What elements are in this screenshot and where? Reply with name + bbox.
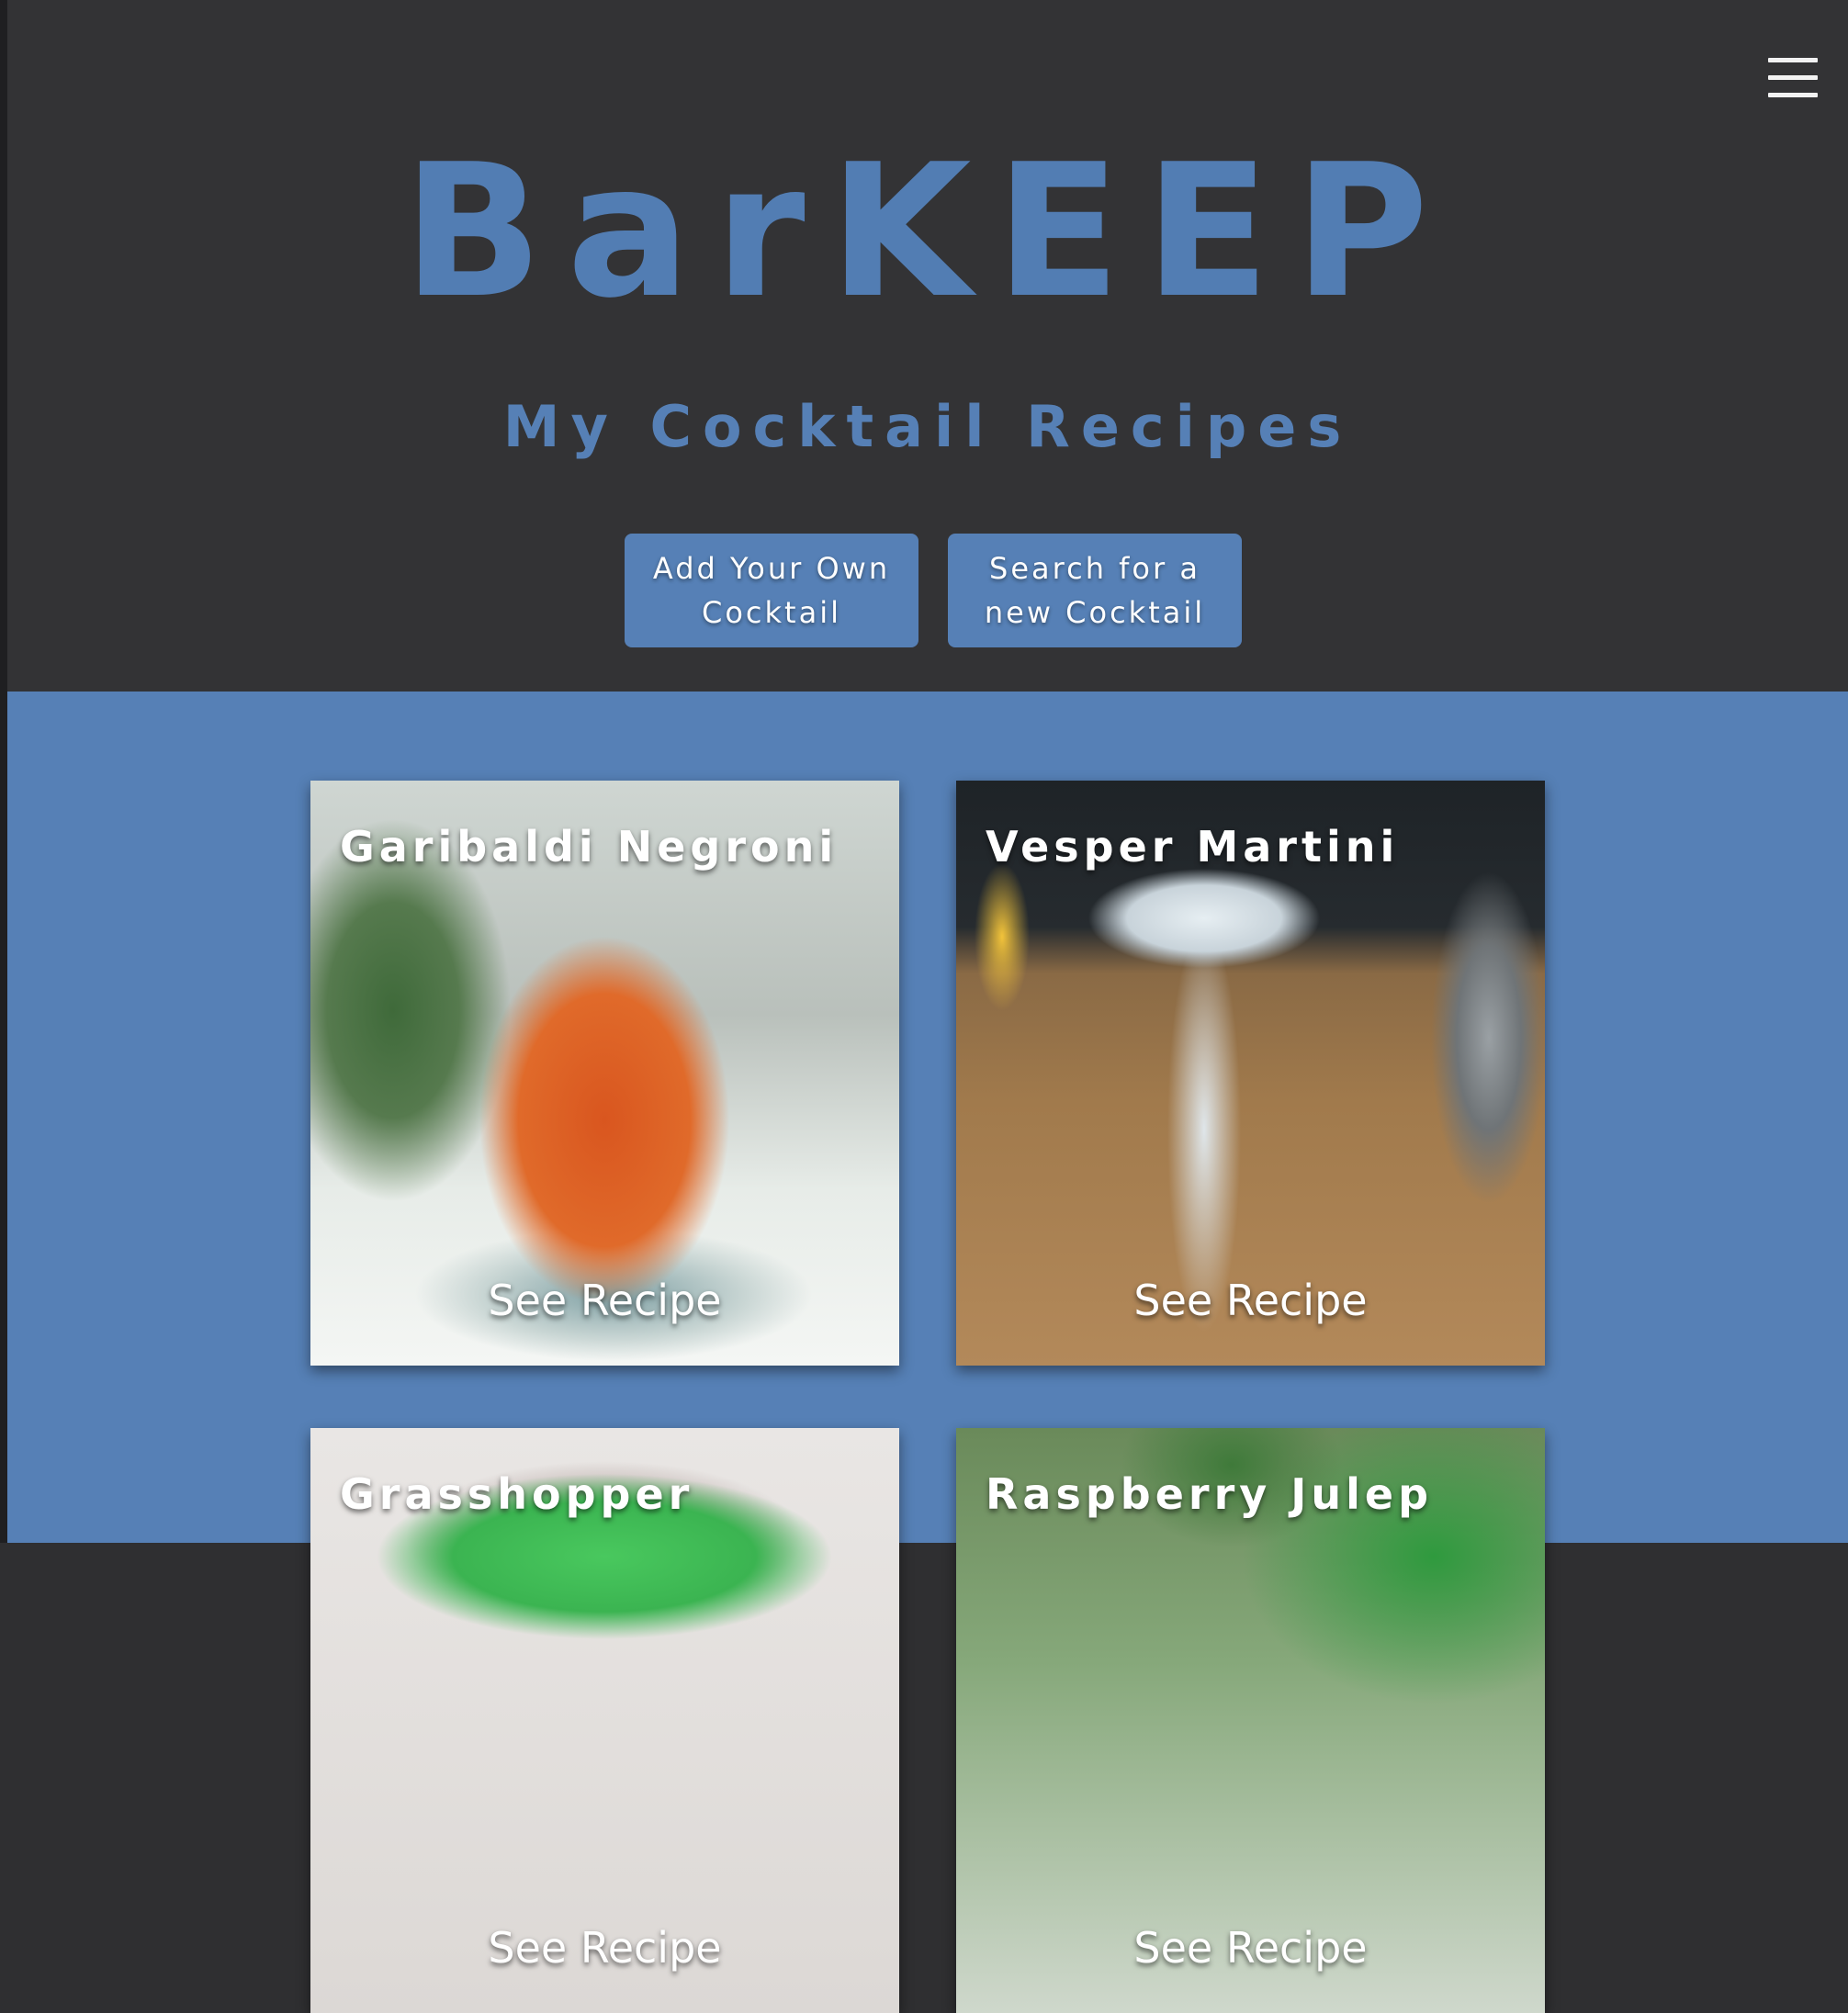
see-recipe-link[interactable]: See Recipe	[310, 1273, 899, 1328]
cocktail-card-title: Grasshopper	[340, 1469, 694, 1519]
cocktail-card-raspberry-julep[interactable]: Raspberry Julep See Recipe	[956, 1428, 1545, 2013]
search-cocktail-button[interactable]: Search for a new Cocktail	[948, 534, 1242, 647]
cocktail-card-vesper-martini[interactable]: Vesper Martini See Recipe	[956, 781, 1545, 1366]
see-recipe-link[interactable]: See Recipe	[956, 1273, 1545, 1328]
see-recipe-link[interactable]: See Recipe	[956, 1920, 1545, 1975]
brand-title: BarKEEP	[402, 125, 1453, 339]
site-header: BarKEEP My Cocktail Recipes Add Your Own…	[7, 0, 1848, 692]
see-recipe-link[interactable]: See Recipe	[310, 1920, 899, 1975]
window-left-border	[0, 0, 7, 1543]
cocktail-card-title: Raspberry Julep	[986, 1469, 1434, 1519]
hamburger-menu-icon[interactable]	[1768, 58, 1818, 98]
cocktail-card-title: Vesper Martini	[986, 822, 1400, 872]
cocktail-card-grasshopper[interactable]: Grasshopper See Recipe	[310, 1428, 899, 2013]
cocktail-card-title: Garibaldi Negroni	[340, 822, 839, 872]
cocktail-grid	[7, 692, 1848, 1543]
page-subtitle: My Cocktail Recipes	[502, 393, 1353, 460]
add-cocktail-button[interactable]: Add Your Own Cocktail	[625, 534, 918, 647]
cocktail-card-garibaldi-negroni[interactable]: Garibaldi Negroni See Recipe	[310, 781, 899, 1366]
